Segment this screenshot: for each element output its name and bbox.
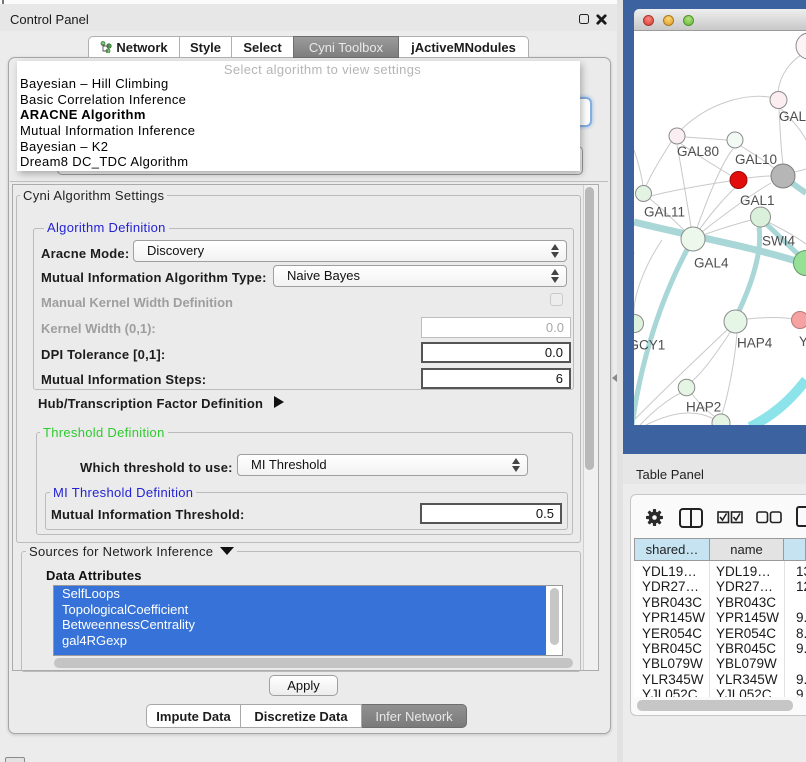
svg-text:GAL80: GAL80 [677, 144, 719, 159]
svg-text:HAP2: HAP2 [686, 400, 721, 415]
svg-text:YBR: YBR [799, 334, 806, 349]
svg-text:GAL7: GAL7 [779, 109, 806, 124]
svg-text:GAL11: GAL11 [644, 205, 685, 220]
svg-text:HAP4: HAP4 [737, 336, 773, 351]
svg-text:GAL1: GAL1 [740, 193, 775, 208]
svg-text:GAL10: GAL10 [735, 152, 777, 167]
svg-text:GAL4: GAL4 [694, 256, 729, 271]
svg-text:SWI4: SWI4 [762, 234, 795, 249]
svg-text:GCY1: GCY1 [634, 338, 665, 353]
